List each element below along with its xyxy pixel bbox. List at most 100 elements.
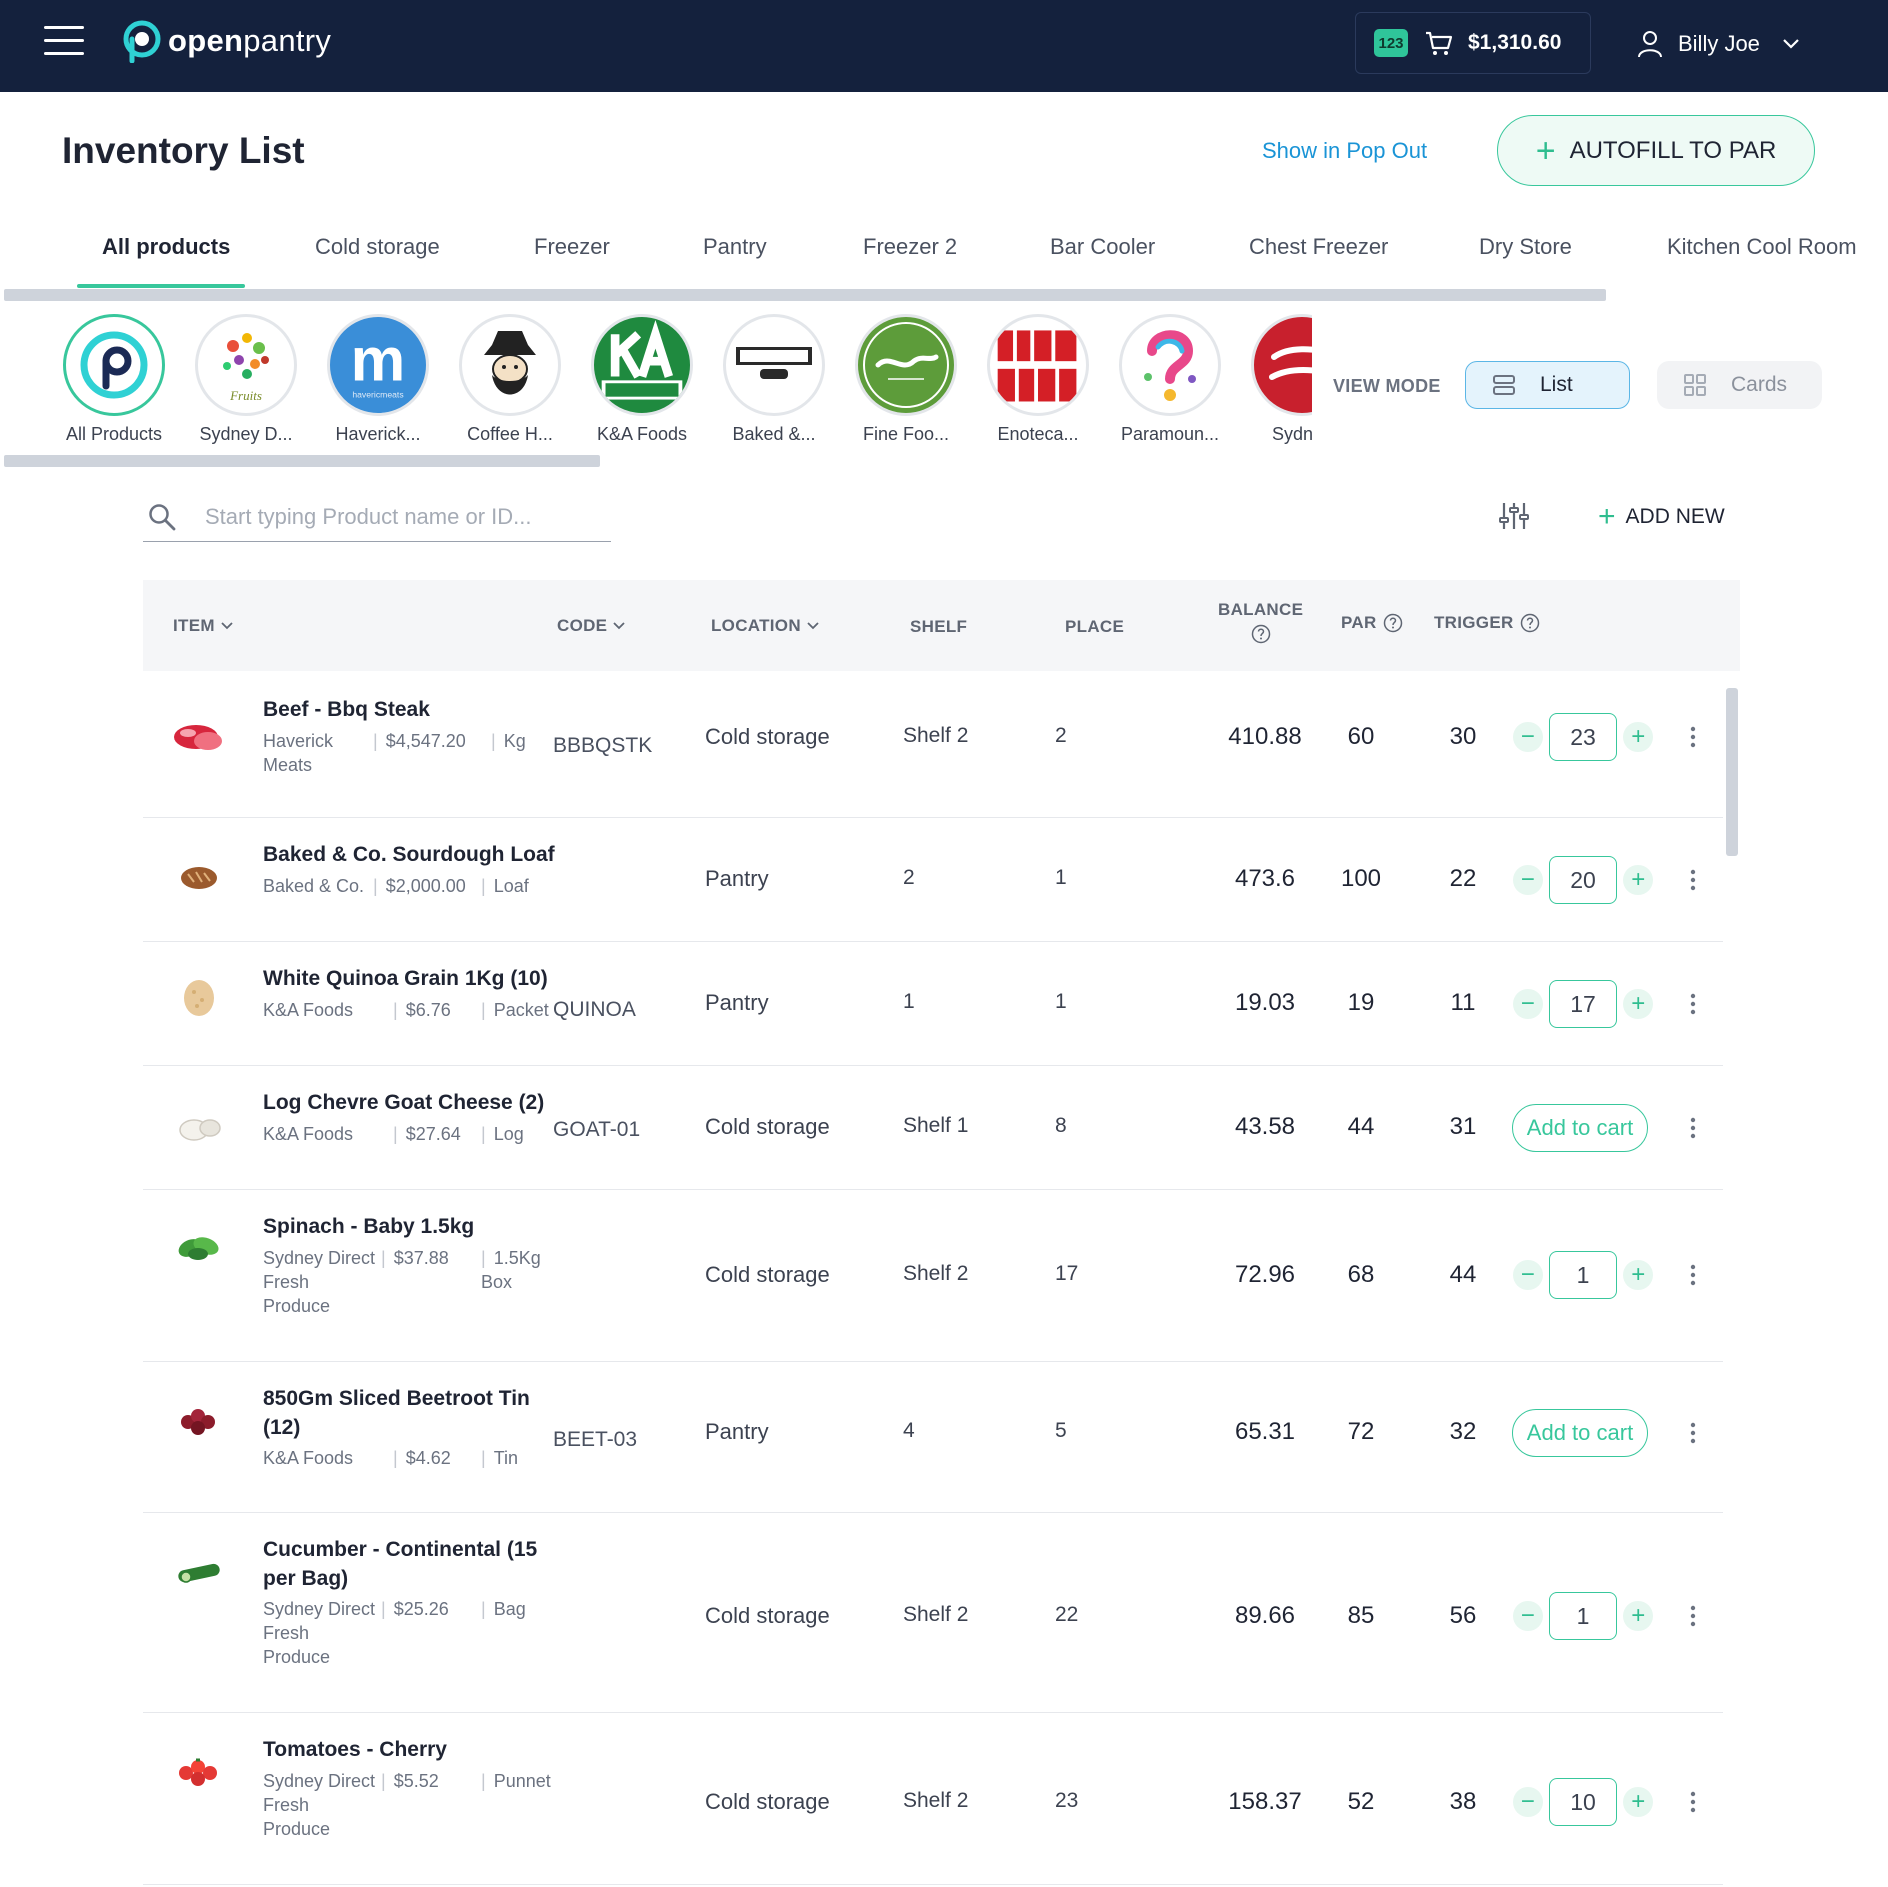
openpantry-logo[interactable]: openpantry [122, 18, 331, 64]
filter-sliders-icon[interactable] [1498, 500, 1530, 532]
more-vertical-icon[interactable] [1683, 1116, 1703, 1140]
column-item[interactable]: ITEM [173, 616, 233, 636]
decrement-button[interactable]: − [1513, 989, 1543, 1019]
supplier-all-products[interactable]: All Products [48, 314, 180, 445]
table-row[interactable]: Spinach - Baby 1.5kg Sydney Direct Fresh… [143, 1190, 1723, 1362]
tab-kitchen-cool-room[interactable]: Kitchen Cool Room [1667, 234, 1857, 260]
item-supplier: Baked & Co. [263, 876, 365, 896]
haverick-meats-logo-icon: m havericmeats [351, 325, 406, 399]
item-par: 72 [1347, 1418, 1375, 1445]
view-mode-cards-button[interactable]: Cards [1657, 361, 1822, 409]
item-name[interactable]: Cucumber - Continental (15 per Bag) [263, 1535, 563, 1593]
table-row[interactable]: Baked & Co. Sourdough Loaf Baked & Co. |… [143, 818, 1723, 942]
item-name[interactable]: Baked & Co. Sourdough Loaf [263, 840, 563, 869]
item-name[interactable]: Tomatoes - Cherry [263, 1735, 563, 1764]
search-input[interactable] [205, 503, 585, 530]
supplier-baked-co[interactable]: Baked &... [708, 314, 840, 445]
table-row[interactable]: Beef - Bbq Steak Haverick Meats | $4,547.… [143, 671, 1723, 818]
suppliers-scrollbar[interactable] [4, 455, 600, 467]
item-name[interactable]: Beef - Bbq Steak [263, 695, 563, 724]
add-to-cart-button[interactable]: Add to cart [1512, 1104, 1648, 1152]
chevron-down-icon[interactable] [1782, 38, 1800, 50]
decrement-button[interactable]: − [1513, 1601, 1543, 1631]
decrement-button[interactable]: − [1513, 1260, 1543, 1290]
more-vertical-icon[interactable] [1683, 992, 1703, 1016]
add-new-button[interactable]: + ADD NEW [1598, 502, 1725, 532]
item-meta: Sydney Direct Fresh Produce | $5.52 | Punn… [263, 1771, 551, 1839]
supplier-enoteca[interactable]: Enoteca... [972, 314, 1104, 445]
item-name[interactable]: 850Gm Sliced Beetroot Tin (12) [263, 1384, 563, 1442]
tab-cold-storage[interactable]: Cold storage [315, 234, 440, 260]
supplier-coffee-house[interactable]: Coffee H... [444, 314, 576, 445]
column-place: PLACE [1065, 617, 1125, 636]
tab-dry-store[interactable]: Dry Store [1479, 234, 1572, 260]
item-balance: 89.66 [1234, 1602, 1296, 1629]
decrement-button[interactable]: − [1513, 722, 1543, 752]
more-vertical-icon[interactable] [1683, 868, 1703, 892]
item-shelf: 4 [903, 1419, 915, 1442]
tab-freezer[interactable]: Freezer [534, 234, 610, 260]
quantity-input[interactable]: 23 [1548, 713, 1618, 761]
increment-button[interactable]: + [1623, 722, 1653, 752]
supplier-sydney-smallgoods[interactable]: Sydney [1236, 314, 1312, 445]
supplier-paramount[interactable]: Paramoun... [1104, 314, 1236, 445]
autofill-to-par-button[interactable]: + AUTOFILL TO PAR [1497, 115, 1815, 186]
table-row[interactable]: Cucumber - Continental (15 per Bag) Sydn… [143, 1513, 1723, 1713]
supplier-ka-foods[interactable]: K&A Foods [576, 314, 708, 445]
user-menu[interactable]: Billy Joe [1636, 24, 1800, 64]
table-row[interactable]: 850Gm Sliced Beetroot Tin (12) K&A Foods… [143, 1362, 1723, 1513]
tab-bar-cooler[interactable]: Bar Cooler [1050, 234, 1155, 260]
table-row[interactable]: Tomatoes - Cherry Sydney Direct Fresh Pr… [143, 1713, 1723, 1885]
table-row[interactable]: White Quinoa Grain 1Kg (10) K&A Foods | $… [143, 942, 1723, 1066]
supplier-label: Enoteca... [997, 424, 1079, 444]
help-circle-icon[interactable] [1383, 613, 1403, 633]
help-circle-icon[interactable] [1520, 613, 1540, 633]
supplier-haverick-meats[interactable]: m havericmeats Haverick... [312, 314, 444, 445]
more-vertical-icon[interactable] [1683, 1604, 1703, 1628]
supplier-fine-food[interactable]: Fine Foo... [840, 314, 972, 445]
tab-freezer-2[interactable]: Freezer 2 [863, 234, 957, 260]
quantity-input[interactable]: 1 [1548, 1592, 1618, 1640]
item-unit: Tin [493, 1448, 519, 1468]
quantity-input[interactable]: 10 [1548, 1778, 1618, 1826]
increment-button[interactable]: + [1623, 1601, 1653, 1631]
cart-summary-button[interactable]: 123 $1,310.60 [1355, 12, 1591, 74]
more-vertical-icon[interactable] [1683, 1421, 1703, 1445]
item-name[interactable]: White Quinoa Grain 1Kg (10) [263, 964, 563, 993]
table-vertical-scrollbar[interactable] [1726, 688, 1738, 856]
view-mode-list-button[interactable]: List [1465, 361, 1630, 409]
item-name[interactable]: Spinach - Baby 1.5kg [263, 1212, 563, 1241]
add-to-cart-button[interactable]: Add to cart [1512, 1409, 1648, 1457]
increment-button[interactable]: + [1623, 1787, 1653, 1817]
column-location[interactable]: LOCATION [711, 616, 819, 636]
item-name[interactable]: Log Chevre Goat Cheese (2) [263, 1088, 563, 1117]
table-row[interactable]: Log Chevre Goat Cheese (2) K&A Foods | $2… [143, 1066, 1723, 1190]
increment-button[interactable]: + [1623, 989, 1653, 1019]
inventory-table-body: Beef - Bbq Steak Haverick Meats | $4,547.… [143, 671, 1723, 1885]
help-circle-icon[interactable] [1251, 624, 1271, 644]
decrement-button[interactable]: − [1513, 865, 1543, 895]
decrement-button[interactable]: − [1513, 1787, 1543, 1817]
column-par: PAR [1341, 613, 1403, 633]
increment-button[interactable]: + [1623, 1260, 1653, 1290]
hamburger-menu-icon[interactable] [44, 26, 84, 56]
spinach-thumbnail-icon [178, 1237, 219, 1260]
item-unit: 1.5Kg Box [481, 1248, 541, 1292]
more-vertical-icon[interactable] [1683, 725, 1703, 749]
quantity-input[interactable]: 17 [1548, 980, 1618, 1028]
more-vertical-icon[interactable] [1683, 1263, 1703, 1287]
quantity-stepper: − 17 + [1513, 980, 1653, 1028]
show-in-pop-out-link[interactable]: Show in Pop Out [1262, 138, 1427, 164]
tab-pantry[interactable]: Pantry [703, 234, 767, 260]
increment-button[interactable]: + [1623, 865, 1653, 895]
tab-chest-freezer[interactable]: Chest Freezer [1249, 234, 1388, 260]
supplier-sydney-direct[interactable]: Fruits Sydney D... [180, 314, 312, 445]
tab-all-products[interactable]: All products [102, 234, 230, 260]
quantity-input[interactable]: 1 [1548, 1251, 1618, 1299]
column-code[interactable]: CODE [557, 616, 625, 636]
tabs-scrollbar[interactable] [4, 289, 1606, 301]
column-trigger: TRIGGER [1434, 613, 1540, 633]
more-vertical-icon[interactable] [1683, 1790, 1703, 1814]
quinoa-thumbnail-icon [184, 980, 214, 1016]
quantity-input[interactable]: 20 [1548, 856, 1618, 904]
